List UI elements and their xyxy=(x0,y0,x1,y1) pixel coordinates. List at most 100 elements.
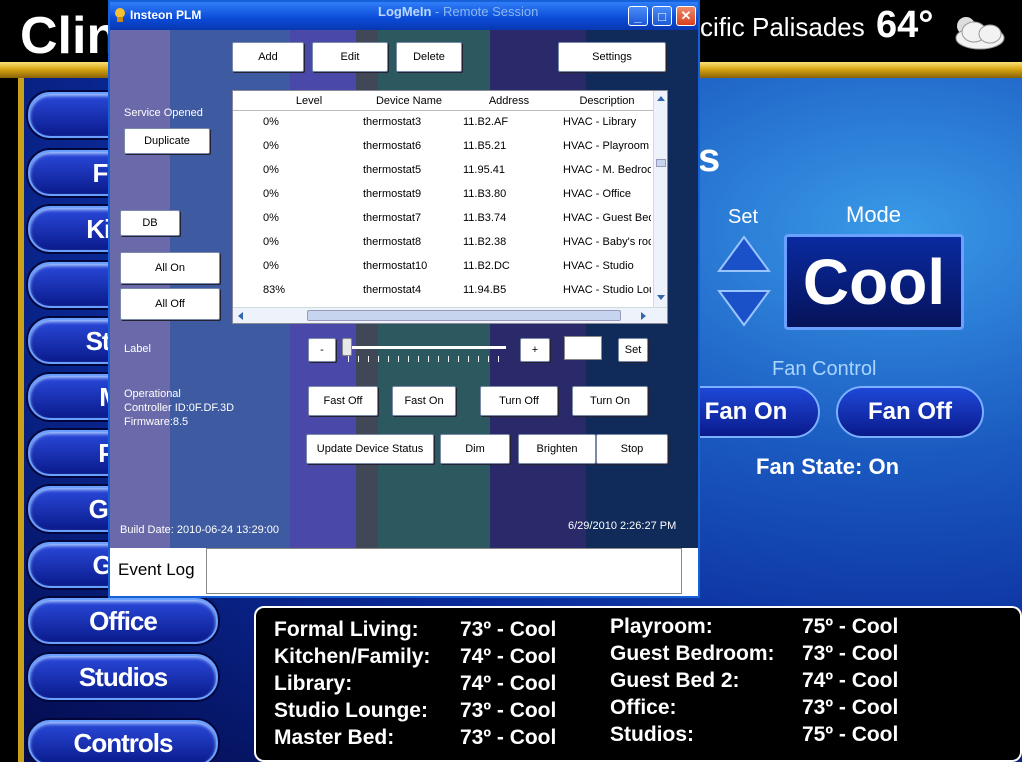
status-value-right-2: 73º - Cool xyxy=(802,642,899,665)
logmein-subtitle: - Remote Session xyxy=(431,4,539,19)
close-button[interactable]: ✕ xyxy=(676,6,696,26)
dim-button[interactable]: Dim xyxy=(440,434,510,464)
cell-address: 11.B3.74 xyxy=(463,212,507,224)
turn-on-button[interactable]: Turn On xyxy=(572,386,648,416)
cell-description: HVAC - Office xyxy=(563,188,632,200)
status-value-left-1: 73º - Cool xyxy=(460,618,557,641)
table-header: Level Device Name Address Description xyxy=(233,91,653,111)
fan-state: Fan State: On xyxy=(756,454,900,479)
cell-level: 0% xyxy=(263,212,279,224)
insteon-plm-window: Insteon PLM LogMeIn - Remote Session _ □… xyxy=(108,0,700,598)
status-room-left-1: Formal Living: xyxy=(274,618,419,641)
page-heading-fragment: s xyxy=(698,136,721,180)
settings-button[interactable]: Settings xyxy=(558,42,666,72)
table-row[interactable]: 0% thermostat7 11.B3.74 HVAC - Guest Bed xyxy=(233,207,653,231)
cloud-icon xyxy=(955,17,1005,50)
status-value-left-5: 73º - Cool xyxy=(460,726,557,749)
controller-status: Operational xyxy=(124,388,181,400)
maximize-button[interactable]: □ xyxy=(652,6,672,26)
status-room-left-3: Library: xyxy=(274,672,353,695)
cell-address: 11.B2.AF xyxy=(463,116,509,128)
table-row[interactable]: 0% thermostat9 11.B3.80 HVAC - Office xyxy=(233,183,653,207)
scroll-left-icon[interactable] xyxy=(235,310,247,322)
update-device-status-button[interactable]: Update Device Status xyxy=(306,434,434,464)
temp-down-arrow-icon[interactable] xyxy=(716,288,772,328)
decrease-button[interactable]: - xyxy=(308,338,336,362)
turn-off-button[interactable]: Turn Off xyxy=(480,386,558,416)
minimize-button[interactable]: _ xyxy=(628,6,648,26)
cell-device-name: thermostat9 xyxy=(363,188,422,200)
level-slider-track[interactable] xyxy=(346,346,506,349)
scroll-right-icon[interactable] xyxy=(637,310,649,322)
table-row[interactable]: 0% thermostat5 11.95.41 HVAC - M. Bedroo xyxy=(233,159,653,183)
fast-on-button[interactable]: Fast On xyxy=(392,386,456,416)
cell-level: 83% xyxy=(263,284,286,296)
device-table[interactable]: Level Device Name Address Description 0%… xyxy=(232,90,668,324)
build-date: Build Date: 2010-06-24 13:29:00 xyxy=(120,524,280,536)
event-log-box[interactable] xyxy=(206,548,682,594)
status-value-right-5: 75º - Cool xyxy=(802,723,899,746)
cell-device-name: thermostat3 xyxy=(363,116,422,128)
fan-control-label: Fan Control xyxy=(772,358,877,380)
set-level-button[interactable]: Set xyxy=(618,338,648,362)
vertical-scroll-thumb[interactable] xyxy=(656,159,666,167)
cell-address: 11.B5.21 xyxy=(463,140,507,152)
edit-button[interactable]: Edit xyxy=(312,42,388,72)
set-label: Set xyxy=(728,206,759,228)
cell-description: HVAC - Guest Bed xyxy=(563,212,651,224)
brighten-button[interactable]: Brighten xyxy=(518,434,596,464)
duplicate-button[interactable]: Duplicate xyxy=(124,128,210,154)
table-row[interactable]: 0% thermostat3 11.B2.AF HVAC - Library xyxy=(233,111,653,135)
table-row[interactable]: 0% thermostat8 11.B2.38 HVAC - Baby's roo xyxy=(233,231,653,255)
temp-up-arrow-icon[interactable] xyxy=(716,234,772,274)
all-off-button[interactable]: All Off xyxy=(120,288,220,320)
nav-button-10[interactable]: Office xyxy=(28,598,218,644)
all-on-button[interactable]: All On xyxy=(120,252,220,284)
scroll-down-icon[interactable] xyxy=(655,291,667,303)
status-room-right-4: Office: xyxy=(610,696,677,719)
cell-level: 0% xyxy=(263,140,279,152)
mode-button[interactable]: Cool xyxy=(784,234,964,330)
column-header-level[interactable]: Level xyxy=(259,95,359,107)
horizontal-scroll-thumb[interactable] xyxy=(307,310,621,321)
horizontal-scrollbar[interactable] xyxy=(233,307,667,323)
location-label: cific Palisades xyxy=(700,12,865,42)
increase-button[interactable]: + xyxy=(520,338,550,362)
cell-device-name: thermostat8 xyxy=(363,236,422,248)
table-row[interactable]: 83% thermostat4 11.94.B5 HVAC - Studio Lou xyxy=(233,279,653,303)
fast-off-button[interactable]: Fast Off xyxy=(308,386,378,416)
cell-level: 0% xyxy=(263,188,279,200)
nav-button-12[interactable]: Controls xyxy=(28,720,218,762)
maximize-icon: □ xyxy=(658,8,666,24)
level-slider-ticks xyxy=(348,356,508,362)
cell-device-name: thermostat7 xyxy=(363,212,422,224)
delete-button[interactable]: Delete xyxy=(396,42,462,72)
window-title: Insteon PLM xyxy=(130,8,202,22)
add-button[interactable]: Add xyxy=(232,42,304,72)
stop-button[interactable]: Stop xyxy=(596,434,668,464)
column-header-device-name[interactable]: Device Name xyxy=(359,95,459,107)
db-button[interactable]: DB xyxy=(120,210,180,236)
level-slider-thumb[interactable] xyxy=(342,338,352,356)
cell-address: 11.B3.80 xyxy=(463,188,507,200)
fan-off-button[interactable]: Fan Off xyxy=(836,386,984,438)
cell-device-name: thermostat5 xyxy=(363,164,422,176)
cell-level: 0% xyxy=(263,116,279,128)
table-row[interactable]: 0% thermostat10 11.B2.DC HVAC - Studio xyxy=(233,255,653,279)
vertical-scrollbar[interactable] xyxy=(653,91,667,307)
nav-button-11[interactable]: Studios xyxy=(28,654,218,700)
status-value-right-4: 73º - Cool xyxy=(802,696,899,719)
firmware-version: Firmware:8.5 xyxy=(124,416,189,428)
column-header-address[interactable]: Address xyxy=(459,95,559,107)
scroll-up-icon[interactable] xyxy=(655,93,667,105)
minimize-icon: _ xyxy=(634,8,642,24)
cell-level: 0% xyxy=(263,260,279,272)
table-row[interactable]: 0% thermostat6 11.B5.21 HVAC - Playroom xyxy=(233,135,653,159)
cell-description: HVAC - Baby's roo xyxy=(563,236,651,248)
window-titlebar[interactable]: Insteon PLM LogMeIn - Remote Session _ □… xyxy=(110,2,698,30)
controller-info: Operational Controller ID:0F.DF.3D Firmw… xyxy=(124,387,234,429)
event-log-label: Event Log xyxy=(118,560,195,579)
level-input[interactable] xyxy=(564,336,602,360)
column-header-description[interactable]: Description xyxy=(559,95,655,107)
controller-id: Controller ID:0F.DF.3D xyxy=(124,402,235,414)
